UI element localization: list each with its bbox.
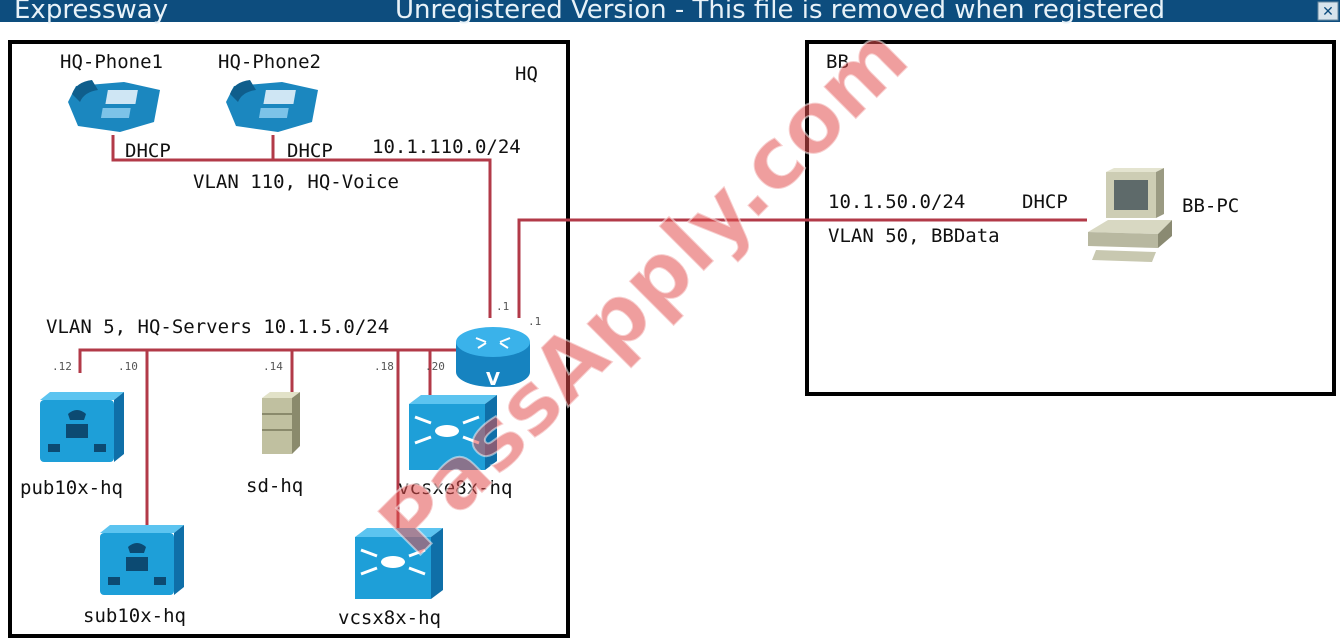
bb-pc-label: BB-PC bbox=[1182, 195, 1239, 217]
hq-voice-vlan: VLAN 110, HQ-Voice bbox=[193, 171, 399, 193]
hq-phone1-icon bbox=[68, 80, 160, 132]
hq-voice-subnet: 10.1.110.0/24 bbox=[372, 136, 521, 158]
sd-hq-icon bbox=[262, 392, 300, 454]
watermark: PassApply.com bbox=[359, 6, 928, 575]
banner-left-text: Expressway bbox=[14, 0, 168, 25]
hq-phone2-dhcp: DHCP bbox=[287, 140, 333, 162]
hq-phone2-label: HQ-Phone2 bbox=[218, 51, 321, 73]
hq-servers-vlan: VLAN 5, HQ-Servers 10.1.5.0/24 bbox=[46, 316, 389, 338]
sub-octet: .10 bbox=[118, 360, 138, 373]
bb-dhcp: DHCP bbox=[1022, 191, 1068, 213]
svg-text:PassApply.com: PassApply.com bbox=[360, 7, 927, 574]
bb-vlan: VLAN 50, BBData bbox=[828, 225, 1000, 247]
hq-phone1-label: HQ-Phone1 bbox=[60, 51, 163, 73]
bb-pc-icon bbox=[1088, 168, 1172, 262]
svg-text:✕: ✕ bbox=[1322, 4, 1334, 20]
pub-octet: .12 bbox=[52, 360, 72, 373]
network-topology-diagram: Expressway Unregistered Version - This f… bbox=[0, 0, 1340, 638]
sub10x-hq-icon bbox=[100, 525, 184, 595]
bb-subnet: 10.1.50.0/24 bbox=[828, 191, 965, 213]
vcsx-octet: .18 bbox=[374, 360, 394, 373]
banner-text: Unregistered Version - This file is remo… bbox=[395, 0, 1165, 25]
hq-phone2-icon bbox=[226, 80, 318, 132]
banner-close-icon[interactable]: ✕ bbox=[1317, 1, 1339, 21]
sub10x-hq-label: sub10x-hq bbox=[83, 605, 186, 627]
sd-hq-label: sd-hq bbox=[246, 475, 303, 497]
vcsx8x-hq-label: vcsx8x-hq bbox=[338, 607, 441, 629]
pub10x-hq-label: pub10x-hq bbox=[20, 477, 123, 499]
pub10x-hq-icon bbox=[40, 392, 124, 462]
sd-octet: .14 bbox=[263, 360, 283, 373]
router-port-voice: .1 bbox=[496, 300, 509, 313]
vcsxe-octet: .20 bbox=[425, 360, 445, 373]
hq-phone1-dhcp: DHCP bbox=[125, 140, 171, 162]
hq-site-label: HQ bbox=[515, 63, 538, 85]
